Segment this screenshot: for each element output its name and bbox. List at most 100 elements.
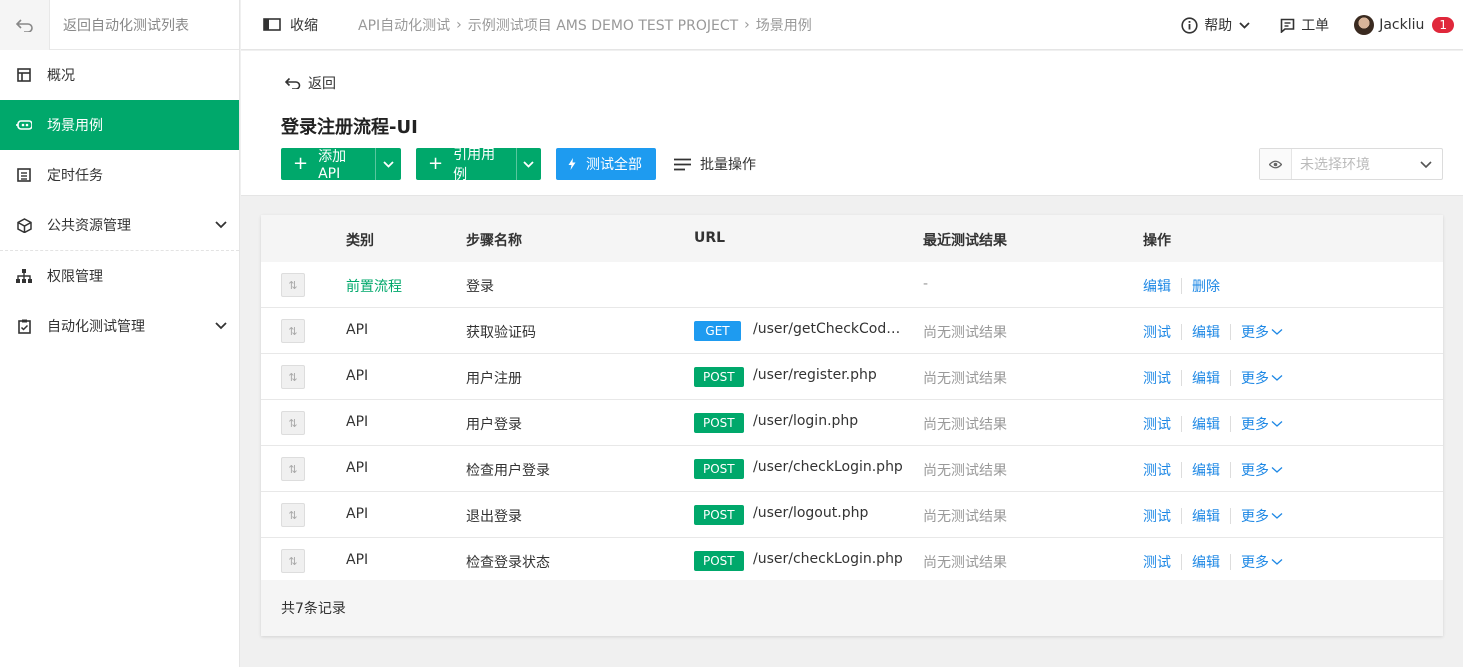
op-divider [1181,416,1182,432]
table-row: ⇅ API 获取验证码 GET /user/getCheckCode.php 尚… [261,308,1443,354]
menu-lines-icon [674,158,691,171]
sidebar-item-automation-management[interactable]: 自动化测试管理 [0,301,239,351]
back-arrow-icon[interactable] [0,0,50,50]
collapse-button[interactable]: 收缩 [241,15,318,35]
header-step-name: 步骤名称 [466,233,522,249]
chevron-down-icon [215,217,227,233]
op-divider [1181,554,1182,570]
table-row: ⇅ 前置流程 登录 - 编辑 删除 [261,262,1443,308]
row-result: - [923,276,929,292]
row-type[interactable]: 前置流程 [346,276,402,296]
row-step-name: 检查用户登录 [466,463,550,479]
page-header: 返回 登录注册流程-UI + 添加API + 引用用例 测试全部 批量操作 未选… [241,51,1463,196]
notification-badge[interactable]: 1 [1432,17,1454,33]
test-link[interactable]: 测试 [1143,460,1171,480]
edit-link[interactable]: 编辑 [1192,506,1220,526]
chevron-down-icon [1271,559,1283,565]
drag-handle-icon[interactable]: ⇅ [281,411,305,435]
add-api-button[interactable]: + 添加API [281,148,401,182]
row-type: API [346,552,369,568]
test-link[interactable]: 测试 [1143,506,1171,526]
row-result: 尚无测试结果 [923,463,1007,479]
chevron-down-icon [1239,21,1250,29]
more-dropdown[interactable]: 更多 [1241,368,1283,388]
test-link[interactable]: 测试 [1143,322,1171,342]
edit-link[interactable]: 编辑 [1192,414,1220,434]
environment-select[interactable]: 未选择环境 [1259,148,1443,180]
drag-handle-icon[interactable]: ⇅ [281,273,305,297]
help-label: 帮助 [1204,18,1233,34]
reference-case-button[interactable]: + 引用用例 [416,147,541,183]
row-step-name: 用户注册 [466,371,522,387]
back-label: 返回 [308,76,336,92]
header-type: 类别 [346,233,374,249]
clipboard-check-icon [16,318,32,334]
more-dropdown[interactable]: 更多 [1241,506,1283,526]
edit-link[interactable]: 编辑 [1192,322,1220,342]
header-ops: 操作 [1143,233,1171,249]
drag-handle-icon[interactable]: ⇅ [281,365,305,389]
cube-icon [16,217,32,233]
test-link[interactable]: 测试 [1143,552,1171,572]
more-dropdown[interactable]: 更多 [1241,460,1283,480]
help-menu[interactable]: 帮助 [1181,15,1250,35]
chevron-down-icon[interactable] [375,148,401,180]
more-dropdown[interactable]: 更多 [1241,552,1283,572]
sidebar-item-overview[interactable]: 概况 [0,50,239,100]
op-divider [1181,508,1182,524]
drag-handle-icon[interactable]: ⇅ [281,503,305,527]
drag-handle-icon[interactable]: ⇅ [281,549,305,573]
edit-link[interactable]: 编辑 [1192,552,1220,572]
row-step-name: 获取验证码 [466,325,536,341]
breadcrumb-item[interactable]: API自动化测试 [358,15,450,35]
row-ops: 测试 编辑 更多 [1143,414,1283,434]
op-divider [1230,508,1231,524]
drag-handle-icon[interactable]: ⇅ [281,457,305,481]
delete-link[interactable]: 删除 [1192,276,1220,296]
record-count: 共7条记录 [281,601,346,617]
more-dropdown[interactable]: 更多 [1241,414,1283,434]
user-menu[interactable]: Jackliu 1 [1354,15,1463,35]
op-divider [1230,324,1231,340]
op-divider [1230,462,1231,478]
row-url: /user/checkLogin.php [753,459,903,475]
sidebar-item-label: 场景用例 [47,118,103,134]
sidebar-item-label: 自动化测试管理 [47,319,145,335]
table-row: ⇅ API 用户注册 POST /user/register.php 尚无测试结… [261,354,1443,400]
breadcrumb-separator-icon: › [744,16,750,33]
test-link[interactable]: 测试 [1143,414,1171,434]
row-url: /user/getCheckCode.php [753,321,903,337]
drag-handle-icon[interactable]: ⇅ [281,319,305,343]
batch-operation-button[interactable]: 批量操作 [674,148,756,180]
sidebar-toggle-icon [263,18,281,31]
breadcrumb-item[interactable]: 示例测试项目 AMS DEMO TEST PROJECT [468,15,738,35]
message-icon [1280,18,1295,33]
sidebar-item-schedule[interactable]: 定时任务 [0,150,239,200]
sidebar-item-scenario[interactable]: 场景用例 [0,100,239,150]
edit-link[interactable]: 编辑 [1143,276,1171,296]
overview-icon [16,67,32,83]
op-divider [1181,370,1182,386]
row-type: API [346,368,369,384]
sidebar-item-public-resources[interactable]: 公共资源管理 [0,200,239,250]
row-result: 尚无测试结果 [923,555,1007,571]
ticket-label: 工单 [1301,18,1330,34]
back-button[interactable]: 返回 [285,73,336,93]
sidebar-back[interactable]: 返回自动化测试列表 [0,0,239,50]
test-link[interactable]: 测试 [1143,368,1171,388]
method-badge: POST [694,551,744,571]
test-all-button[interactable]: 测试全部 [556,148,656,180]
header-result: 最近测试结果 [923,233,1007,249]
edit-link[interactable]: 编辑 [1192,368,1220,388]
chevron-down-icon[interactable] [515,148,541,180]
ticket-link[interactable]: 工单 [1280,15,1329,35]
row-url: /user/logout.php [753,505,869,521]
environment-placeholder: 未选择环境 [1300,157,1370,173]
sidebar-item-permissions[interactable]: 权限管理 [0,251,239,301]
chevron-down-icon [1420,160,1432,168]
sidebar-back-label[interactable]: 返回自动化测试列表 [50,15,189,35]
list-icon [16,167,32,183]
edit-link[interactable]: 编辑 [1192,460,1220,480]
more-dropdown[interactable]: 更多 [1241,322,1283,342]
row-ops: 编辑 删除 [1143,276,1220,296]
